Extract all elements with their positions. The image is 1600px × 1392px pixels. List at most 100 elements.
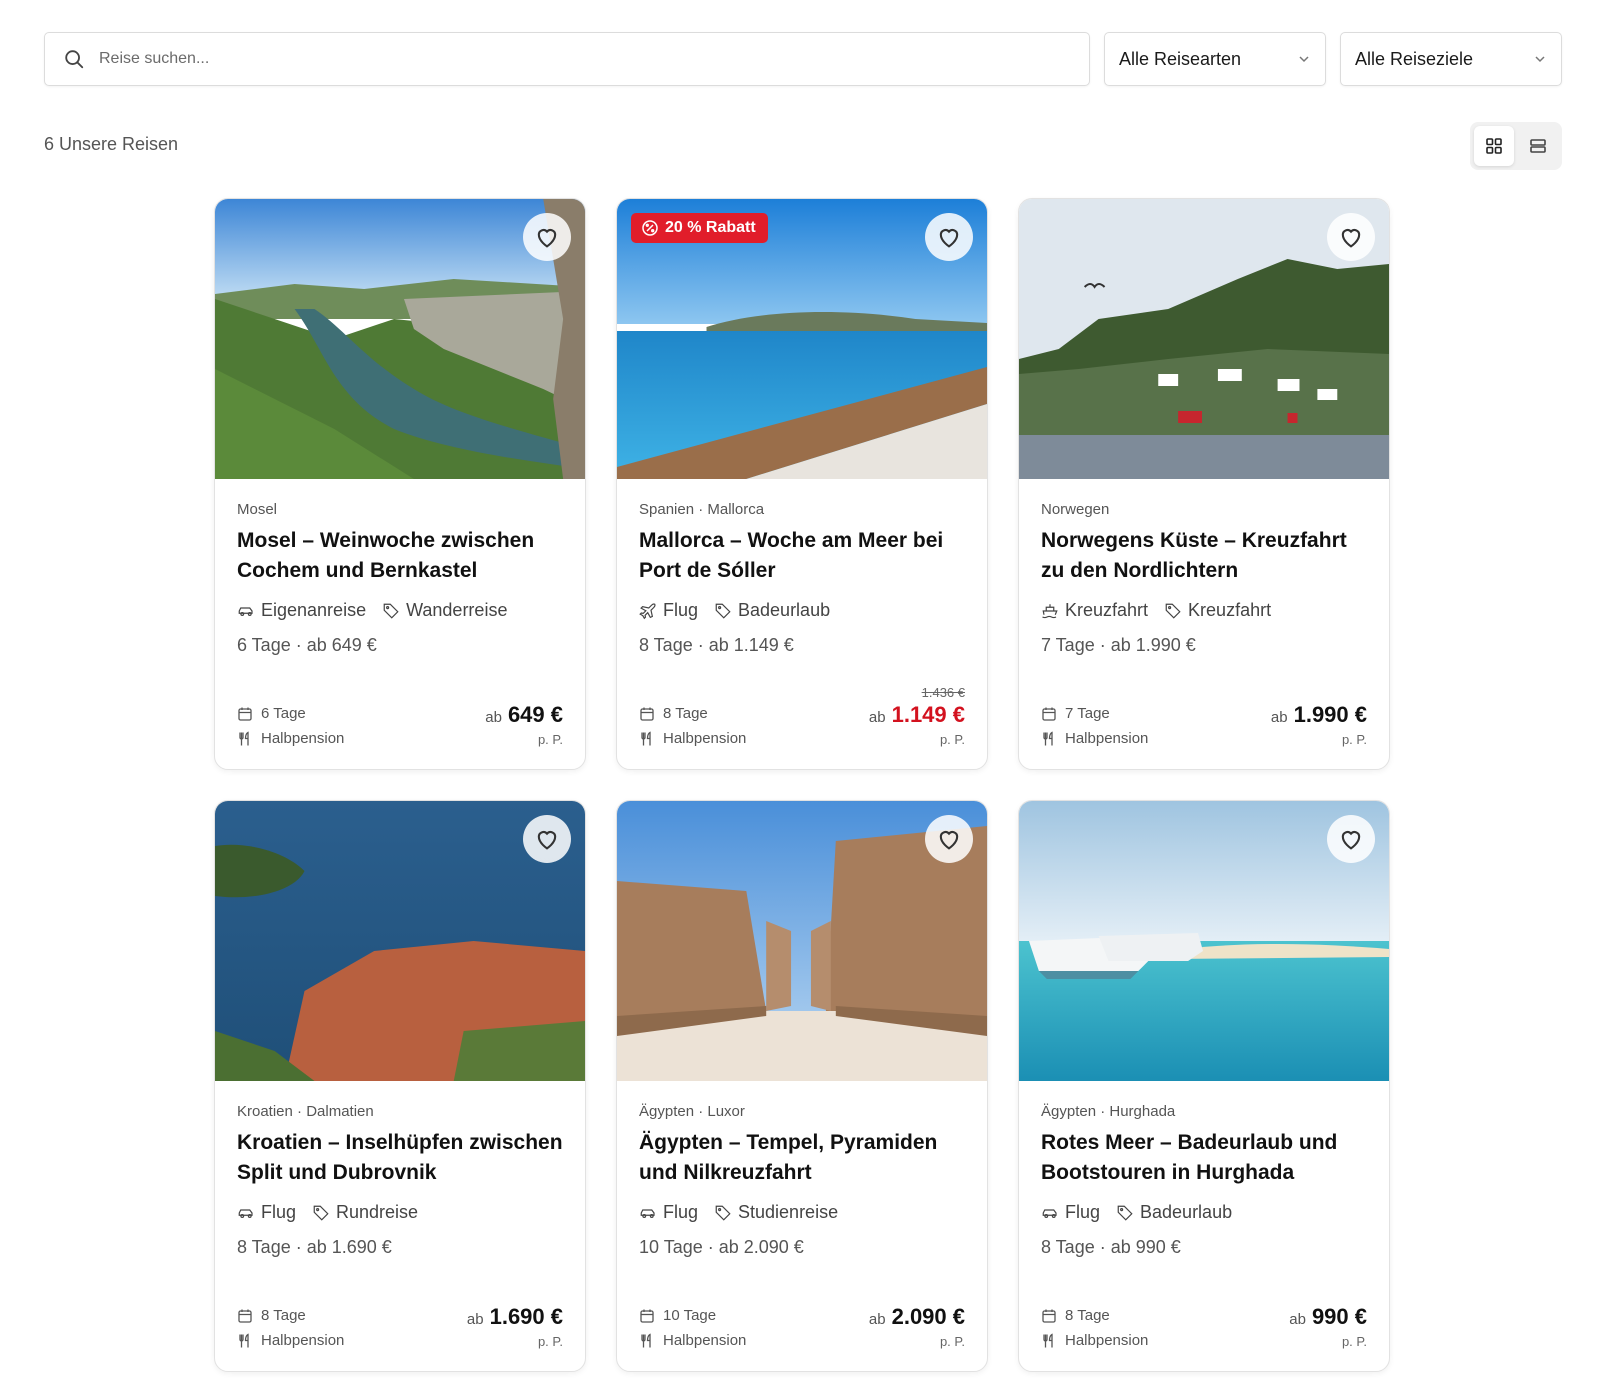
- board-fact: Halbpension: [237, 1332, 344, 1349]
- tag-icon: [1117, 1205, 1133, 1221]
- filter-toolbar: Alle Reisearten Alle Reiseziele: [44, 32, 1562, 86]
- trip-image: [215, 801, 585, 1081]
- transport-tag: Flug: [1041, 1202, 1100, 1223]
- favorite-button[interactable]: [1327, 213, 1375, 261]
- trip-title[interactable]: Kroatien – Inselhüpfen zwischen Split un…: [237, 1128, 563, 1188]
- category-label: Kreuzfahrt: [1188, 600, 1272, 620]
- price-prefix: ab: [466, 1311, 484, 1328]
- trip-title[interactable]: Mallorca – Woche am Meer bei Port de Sól…: [639, 526, 965, 586]
- trip-price: 1.690 €: [489, 1304, 563, 1329]
- board-label: Halbpension: [1065, 1332, 1149, 1349]
- per-person-label: p. P.: [537, 732, 563, 747]
- trip-card[interactable]: Ägypten · Luxor Ägypten – Tempel, Pyrami…: [616, 800, 988, 1372]
- cutlery-icon: [641, 1332, 651, 1347]
- category-tag: Wanderreise: [382, 600, 507, 621]
- car-icon: [238, 1208, 253, 1218]
- transport-label: Flug: [1065, 1202, 1101, 1222]
- percent-badge-icon: [642, 220, 658, 236]
- per-person-label: p. P.: [1341, 1334, 1367, 1349]
- board-fact: Halbpension: [1041, 730, 1148, 747]
- trip-title[interactable]: Ägypten – Tempel, Pyramiden und Nilkreuz…: [639, 1128, 965, 1188]
- heart-icon: [537, 831, 557, 850]
- category-tag: Badeurlaub: [714, 600, 830, 621]
- heart-icon: [1341, 831, 1361, 850]
- search-box[interactable]: [44, 32, 1090, 86]
- category-label: Badeurlaub: [738, 600, 831, 620]
- favorite-button[interactable]: [523, 213, 571, 261]
- duration-fact: 7 Tage: [1041, 705, 1148, 722]
- duration-fact: 6 Tage: [237, 705, 344, 722]
- search-icon: [65, 50, 84, 69]
- trip-type-select[interactable]: Alle Reisearten: [1104, 32, 1326, 86]
- duration-label: 10 Tage: [663, 1307, 717, 1324]
- trip-card[interactable]: Ägypten · Hurghada Rotes Meer – Badeurla…: [1018, 800, 1390, 1372]
- favorite-button[interactable]: [1327, 815, 1375, 863]
- trip-price: 649 €: [507, 702, 563, 727]
- trip-image: [1019, 801, 1389, 1081]
- duration-label: 8 Tage: [1065, 1307, 1110, 1324]
- destination-select-label: Alle Reiseziele: [1355, 48, 1474, 69]
- search-input[interactable]: [99, 50, 1071, 68]
- transport-tag: Flug: [237, 1202, 296, 1223]
- board-fact: Halbpension: [639, 730, 746, 747]
- calendar-icon: [640, 707, 654, 721]
- heart-icon: [939, 229, 959, 248]
- duration-label: 6 Tage: [261, 705, 306, 722]
- trip-summary: 8 Tage · ab 1.690 €: [237, 1237, 392, 1257]
- trip-title[interactable]: Mosel – Weinwoche zwischen Cochem und Be…: [237, 526, 563, 586]
- price-prefix: ab: [868, 1311, 886, 1328]
- tag-icon: [715, 1205, 731, 1221]
- transport-label: Flug: [261, 1202, 297, 1222]
- trip-summary: 6 Tage · ab 649 €: [237, 635, 377, 655]
- category-label: Rundreise: [336, 1202, 419, 1222]
- favorite-button[interactable]: [925, 815, 973, 863]
- favorite-button[interactable]: [523, 815, 571, 863]
- transport-label: Flug: [663, 1202, 699, 1222]
- tag-icon: [715, 603, 731, 619]
- tag-icon: [1165, 603, 1181, 619]
- per-person-label: p. P.: [537, 1334, 563, 1349]
- board-label: Halbpension: [261, 730, 345, 747]
- grid-view-button[interactable]: [1474, 126, 1514, 166]
- cutlery-icon: [1043, 730, 1053, 745]
- original-price: 1.436 €: [921, 685, 965, 700]
- trip-image: [215, 199, 585, 479]
- trip-region: Kroatien · Dalmatien: [237, 1103, 374, 1120]
- trip-price: 1.990 €: [1293, 702, 1367, 727]
- duration-label: 8 Tage: [261, 1307, 306, 1324]
- grid-icon: [1486, 138, 1502, 154]
- trip-region: Mosel: [237, 501, 278, 518]
- trip-title[interactable]: Norwegens Küste – Kreuzfahrt zu den Nord…: [1041, 526, 1367, 586]
- trip-region: Ägypten · Hurghada: [1041, 1103, 1176, 1120]
- destination-select[interactable]: Alle Reiseziele: [1340, 32, 1562, 86]
- trip-card[interactable]: Kroatien · Dalmatien Kroatien – Inselhüp…: [214, 800, 586, 1372]
- chevron-down-icon: [1535, 56, 1545, 63]
- trip-price: 1.149 €: [891, 702, 965, 727]
- favorite-button[interactable]: [925, 213, 973, 261]
- trip-card[interactable]: Mosel Mosel – Weinwoche zwischen Cochem …: [214, 198, 586, 770]
- cutlery-icon: [239, 1332, 249, 1347]
- trip-card[interactable]: 20 % Rabatt Spanien · Mallorca Mallorca …: [616, 198, 988, 770]
- trip-card[interactable]: Norwegen Norwegens Küste – Kreuzfahrt zu…: [1018, 198, 1390, 770]
- trip-summary: 7 Tage · ab 1.990 €: [1041, 635, 1196, 655]
- list-view-button[interactable]: [1518, 126, 1558, 166]
- per-person-label: p. P.: [1341, 732, 1367, 747]
- price-prefix: ab: [1289, 1311, 1306, 1328]
- category-label: Wanderreise: [406, 600, 508, 620]
- trip-region: Norwegen: [1041, 501, 1110, 518]
- duration-fact: 8 Tage: [237, 1307, 344, 1324]
- plane-icon: [639, 603, 656, 619]
- result-count: 6 Unsere Reisen: [44, 134, 179, 154]
- calendar-icon: [640, 1309, 654, 1323]
- transport-label: Flug: [663, 600, 699, 620]
- price-prefix: ab: [1270, 709, 1288, 726]
- discount-badge: 20 % Rabatt: [631, 213, 768, 243]
- per-person-label: p. P.: [939, 732, 965, 747]
- trip-grid: Mosel Mosel – Weinwoche zwischen Cochem …: [214, 198, 1390, 1372]
- cutlery-icon: [1043, 1332, 1053, 1347]
- trip-title[interactable]: Rotes Meer – Badeurlaub und Bootstouren …: [1041, 1128, 1367, 1188]
- trip-type-select-label: Alle Reisearten: [1119, 48, 1242, 69]
- per-person-label: p. P.: [939, 1334, 965, 1349]
- calendar-icon: [238, 707, 252, 721]
- category-tag: Rundreise: [312, 1202, 418, 1223]
